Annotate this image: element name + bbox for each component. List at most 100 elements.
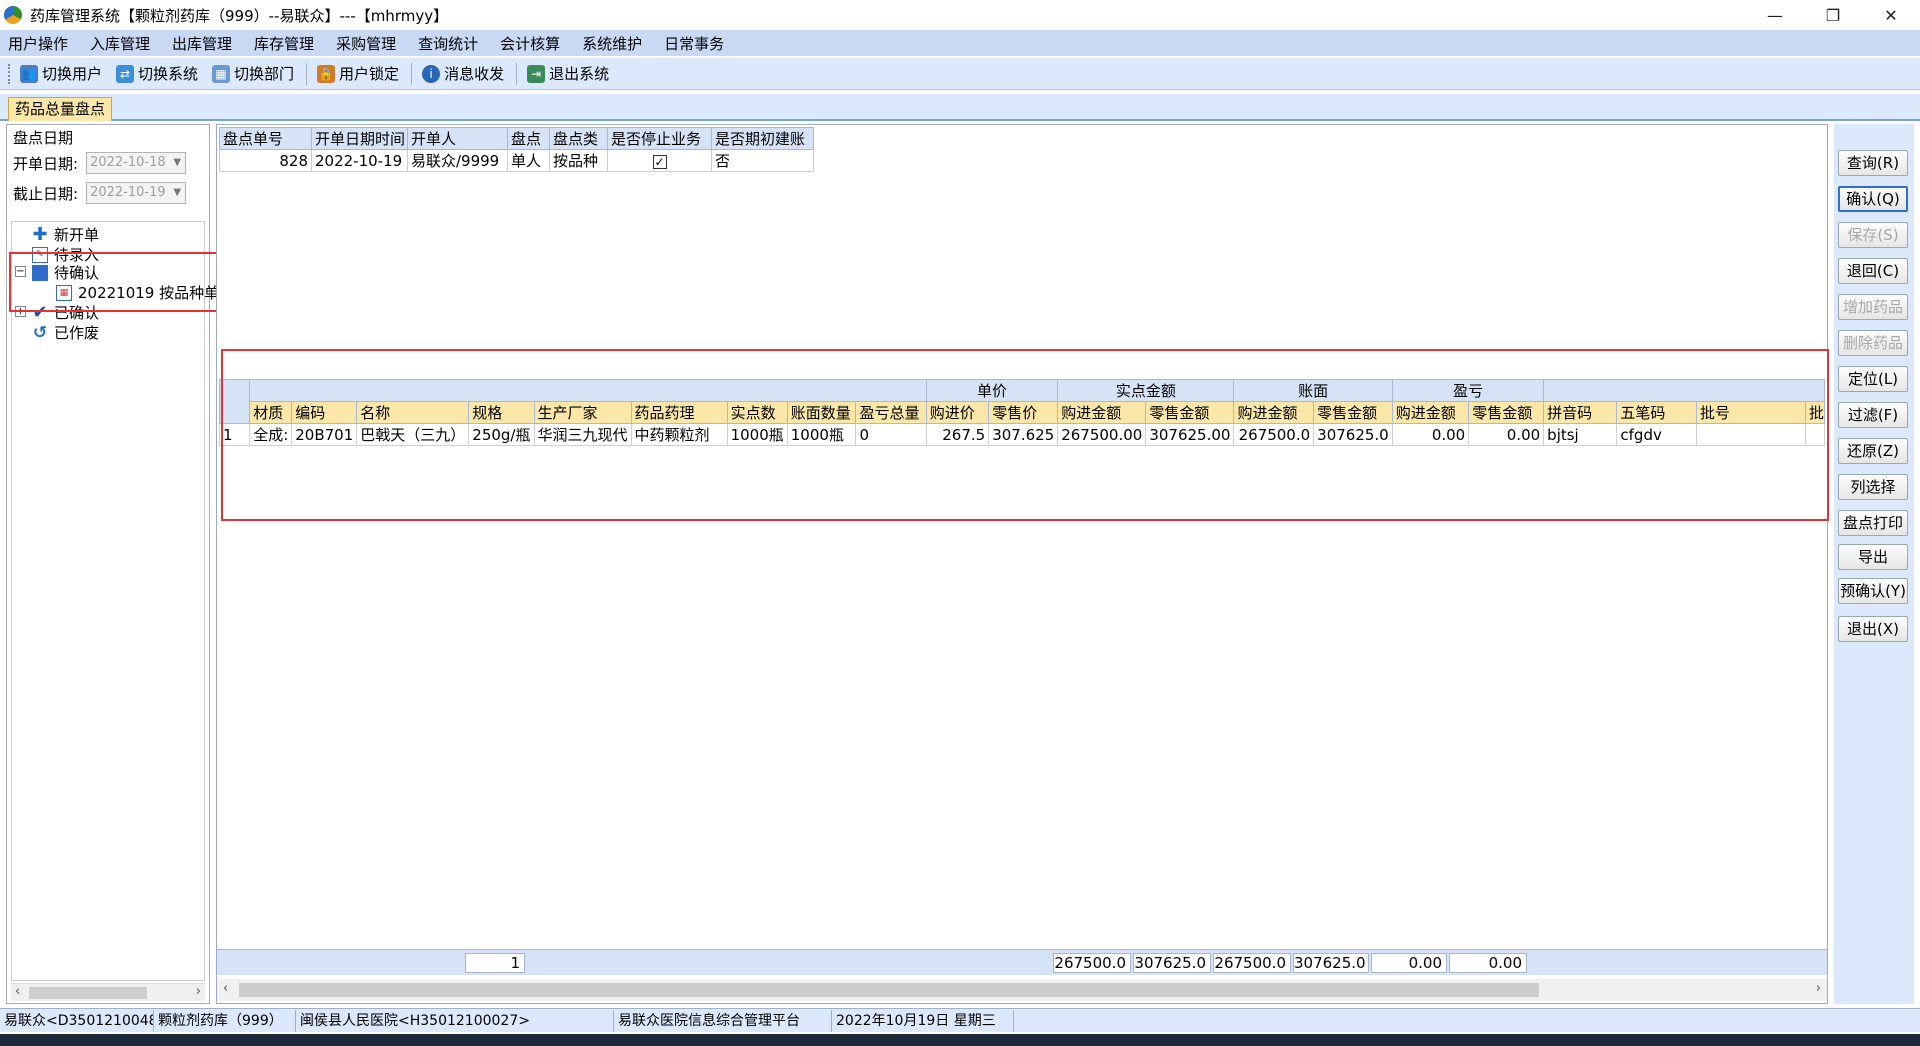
tree-node-voided[interactable]: ↺ 已作废 <box>32 322 99 343</box>
exit-button[interactable]: 退出(X) <box>1838 616 1908 642</box>
exit-system-label: 退出系统 <box>549 65 610 83</box>
close-button[interactable]: ✕ <box>1862 0 1920 30</box>
messages-button[interactable]: i 消息收发 <box>420 61 506 86</box>
filter-button[interactable]: 过滤(F) <box>1838 402 1908 428</box>
summary-book-retail: 307625.0 <box>1293 953 1369 973</box>
scroll-right-icon[interactable]: › <box>1816 981 1821 996</box>
menu-daily[interactable]: 日常事务 <box>664 33 724 54</box>
window-title: 药库管理系统【颗粒剂药库（999）--易联众】---【mhrmyy】 <box>30 6 449 25</box>
stocktake-date-group-title: 盘点日期 <box>13 129 74 147</box>
cell-initial-account[interactable]: 否 <box>711 149 814 172</box>
table-row[interactable]: 828 2022-10-19 易联众/9999 单人 按品种 ✓ 否 <box>219 149 814 172</box>
pre-confirm-button[interactable]: 预确认(Y) <box>1838 578 1908 604</box>
toolbar: 👥 切换用户 ⇄ 切换系统 ▦ 切换部门 🔒 用户锁定 i 消息收发 ⇥ 退出系… <box>0 58 1920 90</box>
switch-user-label: 切换用户 <box>42 65 103 83</box>
left-horizontal-scrollbar[interactable]: ‹ › <box>11 983 205 1001</box>
end-date-picker[interactable]: 2022-10-19 ▼ <box>86 182 187 204</box>
scroll-left-icon[interactable]: ‹ <box>15 984 20 999</box>
info-icon: i <box>422 64 441 83</box>
user-lock-button[interactable]: 🔒 用户锁定 <box>315 61 401 86</box>
switch-system-label: 切换系统 <box>138 65 199 83</box>
lock-user-icon: 🔒 <box>317 64 336 83</box>
open-date-picker[interactable]: 2022-10-18 ▼ <box>86 152 187 174</box>
status-platform: 易联众医院信息综合管理平台 <box>614 1009 832 1032</box>
column-header[interactable]: 是否期初建账 <box>711 127 814 150</box>
column-header[interactable]: 盘点单号 <box>219 127 312 150</box>
save-button[interactable]: 保存(S) <box>1838 222 1908 248</box>
status-user: 易联众<D35012100480 <box>0 1009 154 1032</box>
tree-node-new[interactable]: ✚ 新开单 <box>32 224 99 245</box>
cell-stocktake-no[interactable]: 828 <box>219 149 312 172</box>
status-bar: 易联众<D35012100480 颗粒剂药库（999） 闽侯县人民医院<H350… <box>0 1008 1920 1032</box>
exit-system-button[interactable]: ⇥ 退出系统 <box>525 61 611 86</box>
stocktake-tree: ✚ 新开单 ✎ 待录入 − 待确认 ▦ 20221019 按品种单 + ✔ 已确… <box>11 221 219 981</box>
open-date-row: 开单日期: 2022-10-18 ▼ <box>13 152 187 174</box>
column-header[interactable]: 盘点类 <box>549 127 608 150</box>
menu-outbound[interactable]: 出库管理 <box>172 33 232 54</box>
scroll-right-icon[interactable]: › <box>196 984 201 999</box>
summary-actual-buy: 267500.0 <box>1053 953 1131 973</box>
column-header[interactable]: 盘点 <box>507 127 550 150</box>
toolbar-separator <box>306 62 308 85</box>
restore-button[interactable]: 还原(Z) <box>1838 438 1908 464</box>
highlight-box-tree <box>9 252 251 312</box>
confirm-button[interactable]: 确认(Q) <box>1838 186 1908 212</box>
locate-button[interactable]: 定位(L) <box>1838 366 1908 392</box>
switch-dept-label: 切换部门 <box>234 65 295 83</box>
scroll-left-icon[interactable]: ‹ <box>223 981 228 996</box>
return-button[interactable]: 退回(C) <box>1838 258 1908 284</box>
header-grid-header-row: 盘点单号 开单日期时间 开单人 盘点 盘点类 是否停止业务 是否期初建账 <box>219 127 814 150</box>
cell-stop-business[interactable]: ✓ <box>607 149 712 172</box>
toolbar-separator <box>516 62 518 85</box>
main-content: 盘点单号 开单日期时间 开单人 盘点 盘点类 是否停止业务 是否期初建账 828… <box>216 124 1829 1004</box>
status-date: 2022年10月19日 星期三 <box>832 1009 1014 1032</box>
column-select-button[interactable]: 列选择 <box>1838 474 1908 500</box>
toolbar-separator <box>411 62 413 85</box>
stocktake-print-button[interactable]: 盘点打印 <box>1838 510 1908 536</box>
switch-system-button[interactable]: ⇄ 切换系统 <box>114 61 200 86</box>
cell-type[interactable]: 按品种 <box>549 149 608 172</box>
cell-scope[interactable]: 单人 <box>507 149 550 172</box>
menu-accounting[interactable]: 会计核算 <box>500 33 560 54</box>
summary-actual-retail: 307625.0 <box>1133 953 1211 973</box>
menu-system-maint[interactable]: 系统维护 <box>582 33 642 54</box>
scrollbar-thumb[interactable] <box>29 987 147 999</box>
summary-count: 1 <box>465 953 525 973</box>
window-controls: — ❐ ✕ <box>1746 0 1920 30</box>
toolbar-grip <box>8 63 12 84</box>
restore-button[interactable]: ❐ <box>1804 0 1862 30</box>
add-drug-button[interactable]: 增加药品 <box>1838 294 1908 320</box>
query-button[interactable]: 查询(R) <box>1838 150 1908 176</box>
summary-pl-retail: 0.00 <box>1449 953 1527 973</box>
switch-dept-button[interactable]: ▦ 切换部门 <box>210 61 296 86</box>
column-header[interactable]: 是否停止业务 <box>607 127 712 150</box>
tab-drug-stocktake[interactable]: 药品总量盘点 <box>8 97 113 121</box>
left-panel: 盘点日期 开单日期: 2022-10-18 ▼ 截止日期: 2022-10-19… <box>6 124 251 1004</box>
department-icon: ▦ <box>212 64 231 83</box>
minimize-button[interactable]: — <box>1746 0 1804 30</box>
status-hospital: 闽侯县人民医院<H35012100027> <box>296 1009 614 1032</box>
end-date-row: 截止日期: 2022-10-19 ▼ <box>13 182 187 204</box>
delete-drug-button[interactable]: 删除药品 <box>1838 330 1908 356</box>
cell-open-date[interactable]: 2022-10-19 <box>311 149 408 172</box>
menu-inbound[interactable]: 入库管理 <box>90 33 150 54</box>
scrollbar-thumb[interactable] <box>239 983 1539 997</box>
column-header[interactable]: 开单日期时间 <box>311 127 408 150</box>
export-button[interactable]: 导出 <box>1838 544 1908 570</box>
switch-user-button[interactable]: 👥 切换用户 <box>18 61 104 86</box>
status-depot: 颗粒剂药库（999） <box>154 1009 296 1032</box>
undo-icon: ↺ <box>32 322 48 343</box>
summary-pl-buy: 0.00 <box>1371 953 1447 973</box>
chevron-down-icon: ▼ <box>173 157 182 168</box>
open-date-value: 2022-10-18 <box>90 155 166 170</box>
open-date-label: 开单日期: <box>13 154 79 173</box>
menu-inventory[interactable]: 库存管理 <box>254 33 314 54</box>
cell-open-user[interactable]: 易联众/9999 <box>407 149 508 172</box>
menu-user-ops[interactable]: 用户操作 <box>8 33 68 54</box>
column-header[interactable]: 开单人 <box>407 127 508 150</box>
menu-query-stats[interactable]: 查询统计 <box>418 33 478 54</box>
summary-bar: 1 267500.0 307625.0 267500.0 307625.0 0.… <box>217 949 1827 975</box>
stop-business-checkbox[interactable]: ✓ <box>652 154 667 169</box>
main-horizontal-scrollbar[interactable]: ‹ › <box>217 979 1827 1001</box>
menu-purchase[interactable]: 采购管理 <box>336 33 396 54</box>
